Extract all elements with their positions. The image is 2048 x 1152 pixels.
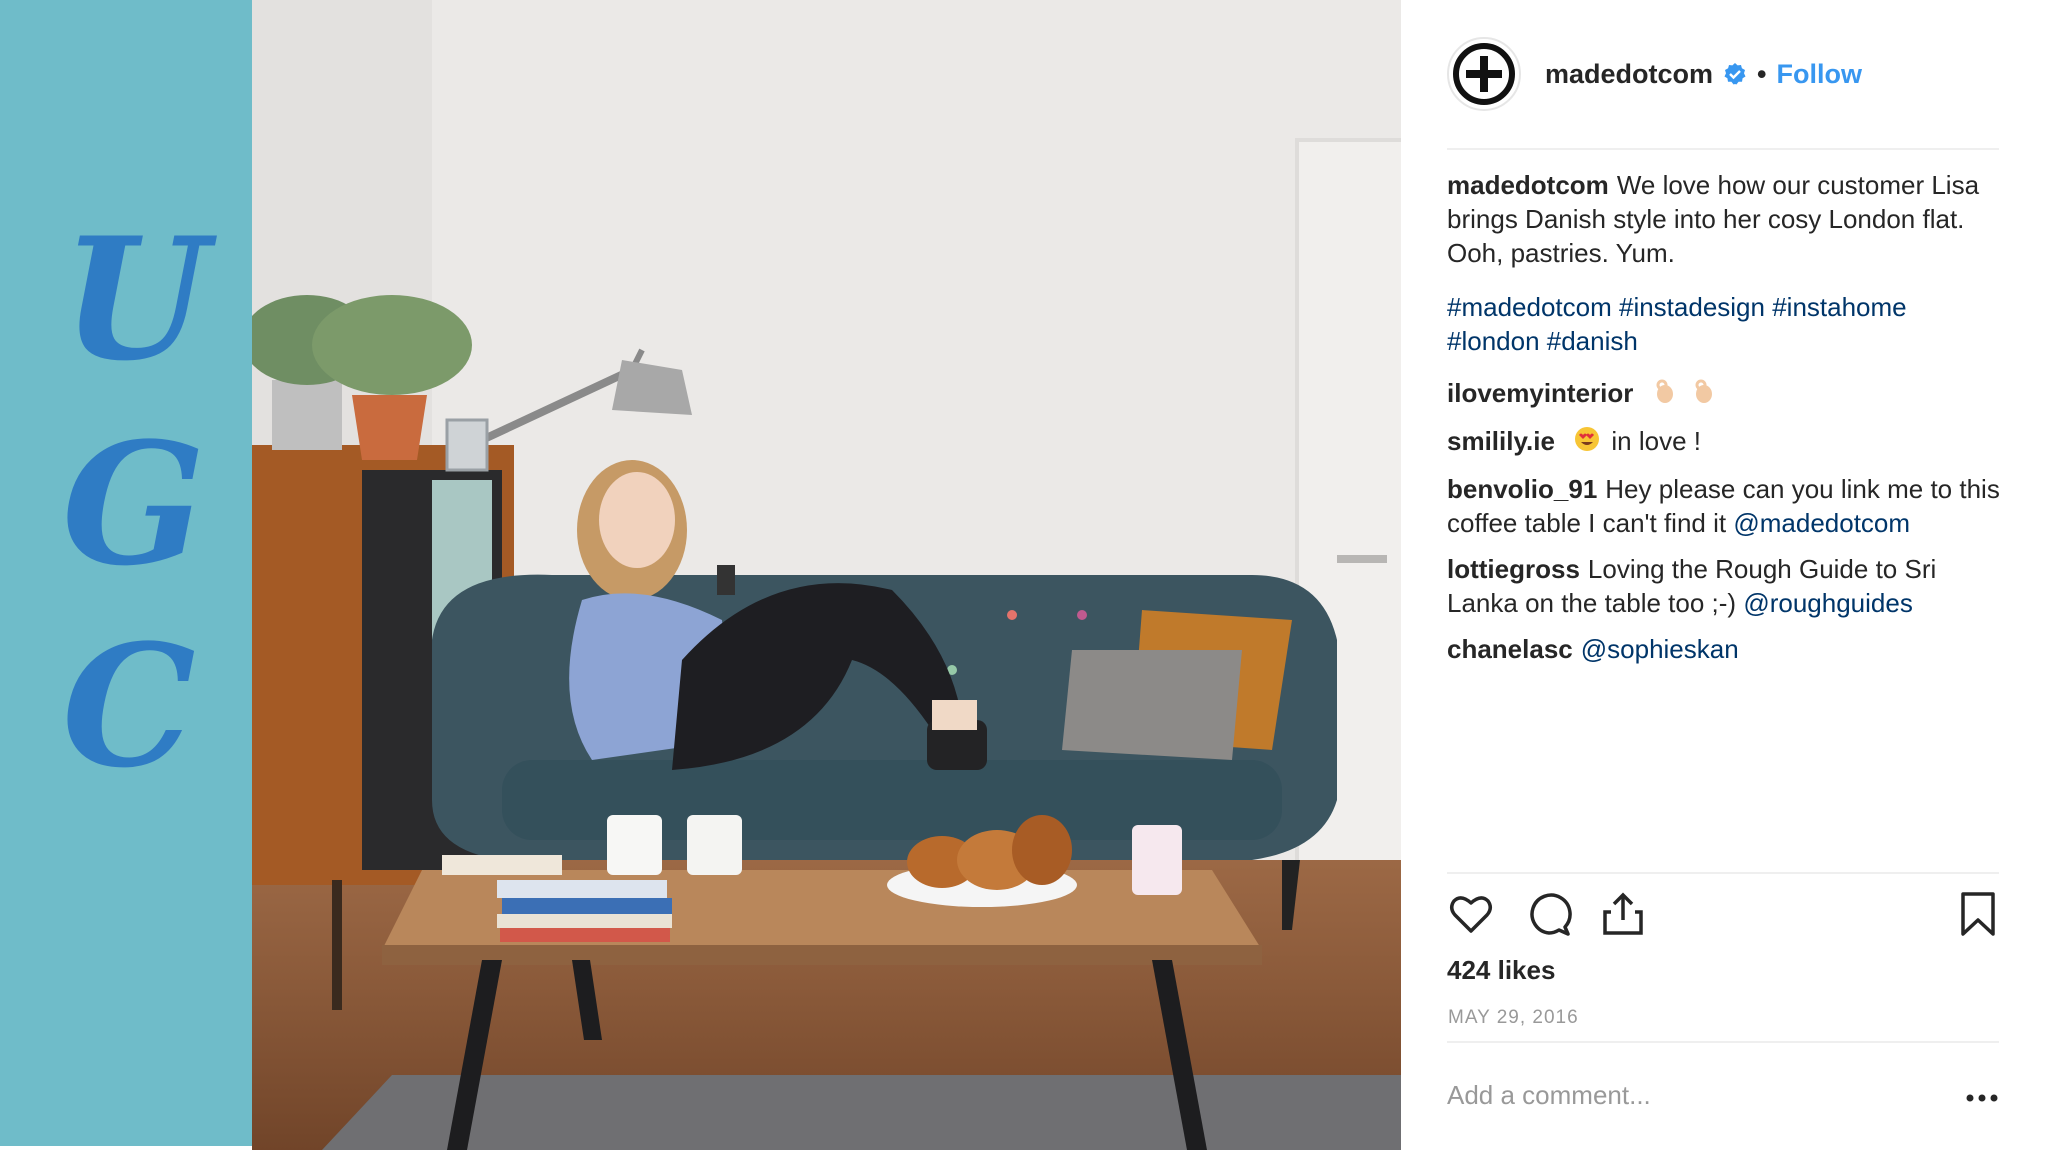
comment-mention[interactable]: @sophieskan [1581,634,1739,664]
comment-item: ilovemyinterior [1447,376,2002,412]
post-caption: madedotcom We love how our customer Lisa … [1447,168,2002,358]
ugc-letter-g: G [62,405,206,603]
avatar[interactable] [1447,37,1521,111]
ugc-banner: U G C [0,0,252,1146]
comment-username[interactable]: smilily.ie [1447,426,1555,456]
living-room-photo [252,0,1401,1150]
comment-mention[interactable]: @roughguides [1743,588,1913,618]
share-icon[interactable] [1599,890,1647,938]
comment-username[interactable]: benvolio_91 [1447,474,1597,504]
comment-item: lottiegross Loving the Rough Guide to Sri… [1447,552,2002,620]
comment-item: smilily.ie in love ! [1447,424,2002,460]
comment-username[interactable]: chanelasc [1447,634,1573,664]
caption-hashtags[interactable]: #madedotcom #instadesign #instahome #lon… [1447,290,2002,358]
post-header: madedotcom • Follow [1447,34,2007,114]
account-username[interactable]: madedotcom [1545,59,1713,90]
comment-username[interactable]: ilovemyinterior [1447,378,1633,408]
ugc-letter-u: U [62,200,209,398]
ugc-letter-c: C [62,607,196,805]
comment-text: in love ! [1611,426,1701,457]
separator-dot: • [1757,58,1767,89]
verified-badge-icon [1723,62,1747,86]
bookmark-icon[interactable] [1954,890,2002,938]
comment-item: chanelasc @sophieskan [1447,632,2002,666]
follow-button[interactable]: Follow [1776,59,1861,90]
divider [1447,148,1999,150]
likes-count[interactable]: 424 likes [1447,955,1555,986]
comment-mention[interactable]: @madedotcom [1733,508,1910,538]
comment-item: benvolio_91 Hey please can you link me to… [1447,472,2002,540]
post-date: MAY 29, 2016 [1448,1007,1579,1028]
caption-username[interactable]: madedotcom [1447,170,1609,200]
comment-icon[interactable] [1525,890,1573,938]
divider [1447,872,1999,874]
add-comment-input[interactable] [1447,1080,1907,1111]
divider [1447,1041,1999,1043]
ok-hand-emoji-icon [1692,378,1716,412]
heart-eyes-emoji-icon [1574,426,1600,460]
post-photo[interactable] [252,0,1401,1150]
post-actions [1447,890,2002,942]
instagram-post-panel: madedotcom • Follow madedotcom We love ho… [1401,0,2048,1152]
comments-list: madedotcom We love how our customer Lisa … [1447,168,2002,678]
heart-icon[interactable] [1447,890,1495,938]
comment-username[interactable]: lottiegross [1447,554,1580,584]
made-logo-icon [1453,43,1515,105]
ok-hand-emoji-icon [1653,378,1677,412]
more-options-icon[interactable] [1964,1088,2000,1108]
